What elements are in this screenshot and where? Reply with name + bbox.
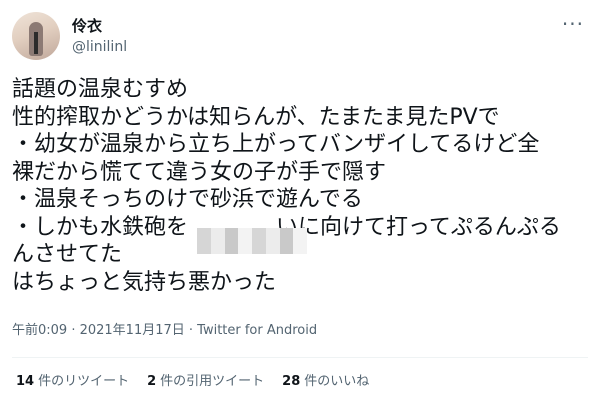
user-info: 伶衣 @linilinl [72,16,127,57]
tweet-stats: 14 件のリツイート 2 件の引用ツイート 28 件のいいね [16,372,387,392]
retweets-count: 14 [16,374,35,389]
quotes-count: 2 [147,374,157,389]
quotes-stat[interactable]: 2 件の引用ツイート [147,372,264,392]
divider [12,357,588,358]
likes-count: 28 [282,374,301,389]
retweets-label: 件のリツイート [38,374,130,389]
tweet-timestamp[interactable]: 午前0:09 · 2021年11月17日 · Twitter for Andro… [12,322,317,340]
likes-stat[interactable]: 28 件のいいね [282,372,369,392]
likes-label: 件のいいね [304,374,370,389]
quotes-label: 件の引用ツイート [160,374,265,389]
display-name[interactable]: 伶衣 [72,16,127,36]
more-horizontal-icon[interactable]: ··· [562,14,584,34]
avatar-strap [34,32,38,54]
user-handle[interactable]: @linilinl [72,37,127,57]
retweets-stat[interactable]: 14 件のリツイート [16,372,129,392]
censor-mosaic [197,228,307,254]
tweet-text: 話題の温泉むすめ 性的搾取かどうかは知らんが、たまたま見たPVで ・幼女が温泉か… [12,77,561,295]
avatar[interactable] [12,12,60,60]
